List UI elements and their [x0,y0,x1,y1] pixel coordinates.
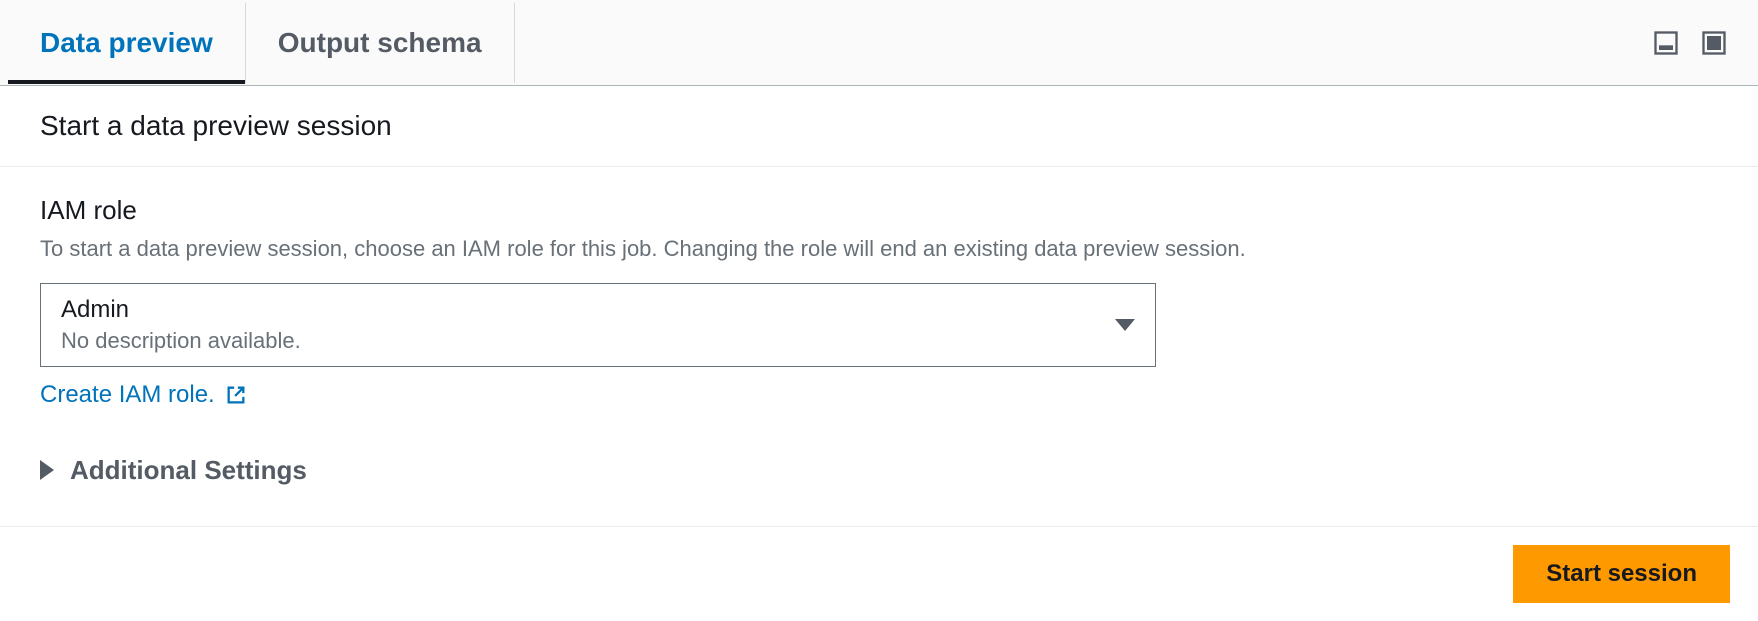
panel-body: IAM role To start a data preview session… [0,167,1758,526]
tab-data-preview[interactable]: Data preview [8,3,246,83]
iam-role-description: To start a data preview session, choose … [40,234,1718,265]
tab-bar: Data preview Output schema [0,0,1758,86]
iam-role-selected-subtext: No description available. [61,328,301,354]
tab-output-schema[interactable]: Output schema [246,3,515,83]
section-title: Start a data preview session [0,86,1758,167]
chevron-down-icon [1115,319,1135,331]
additional-settings-label: Additional Settings [70,455,307,486]
iam-role-selected-value: Admin [61,296,301,324]
create-iam-role-link-text: Create IAM role. [40,381,215,409]
iam-role-select[interactable]: Admin No description available. [40,283,1156,367]
create-iam-role-link[interactable]: Create IAM role. [40,381,247,409]
iam-role-label: IAM role [40,195,1718,226]
tab-action-icons [1650,27,1758,59]
minimize-panel-icon[interactable] [1650,27,1682,59]
external-link-icon [225,384,247,406]
start-session-button[interactable]: Start session [1513,545,1730,603]
additional-settings-toggle[interactable]: Additional Settings [40,455,1718,486]
caret-right-icon [40,460,54,480]
maximize-panel-icon[interactable] [1698,27,1730,59]
footer: Start session [0,526,1758,621]
iam-role-select-text: Admin No description available. [61,296,301,354]
